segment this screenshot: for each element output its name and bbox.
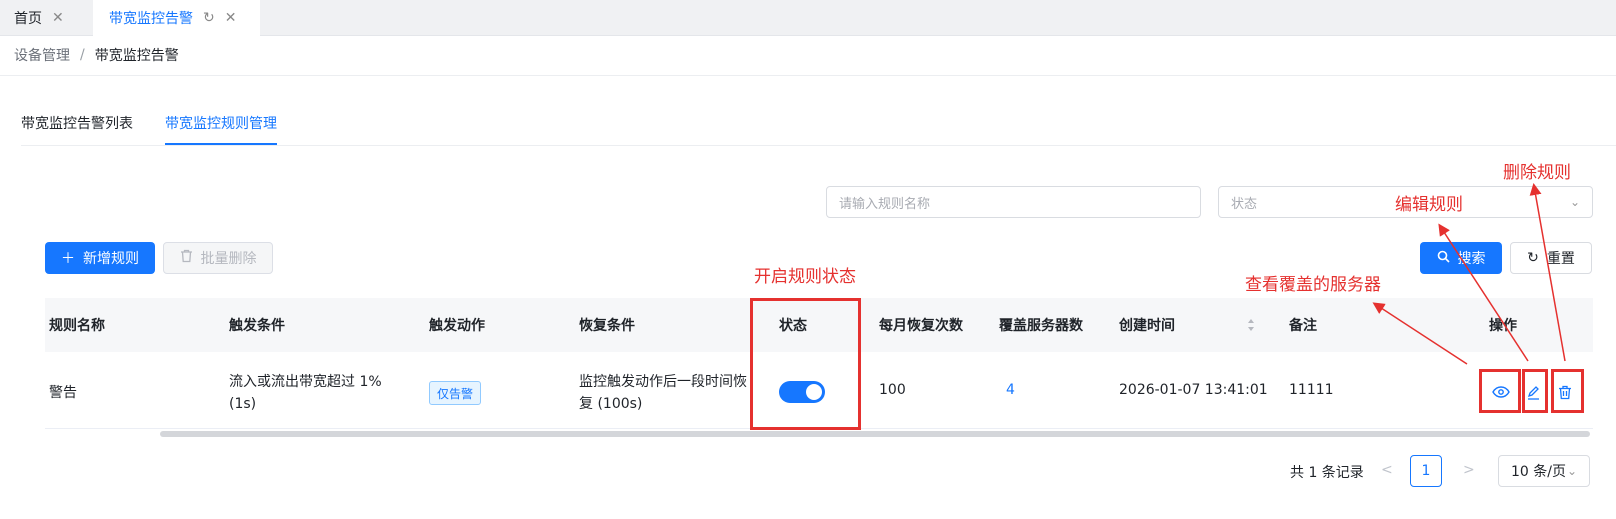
annotation-arrows bbox=[1372, 183, 1566, 365]
